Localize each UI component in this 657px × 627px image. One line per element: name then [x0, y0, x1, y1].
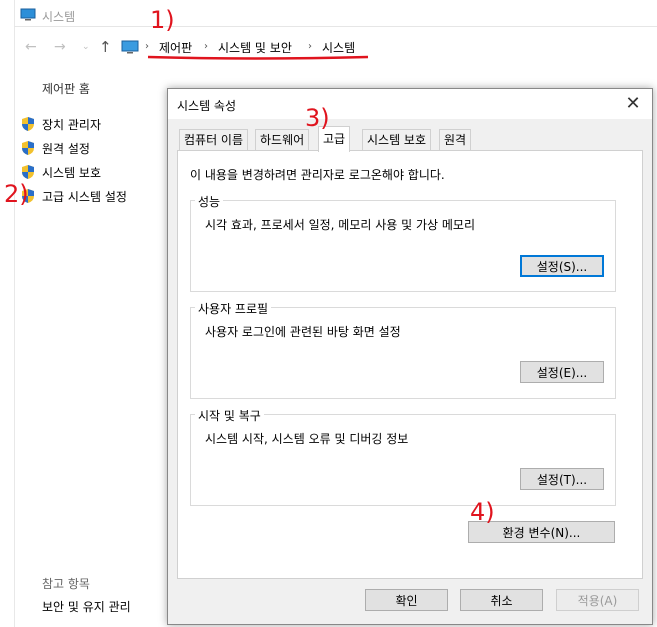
- annotation-underline: [147, 55, 369, 60]
- computer-icon: [20, 8, 36, 21]
- shield-icon: [22, 141, 34, 155]
- annotation-4: 4): [470, 498, 495, 526]
- forward-button[interactable]: →: [54, 39, 66, 55]
- tab-computer-name[interactable]: 컴퓨터 이름: [179, 129, 249, 150]
- tab-hardware[interactable]: 하드웨어: [255, 129, 310, 150]
- sidebar-item-label: 고급 시스템 설정: [42, 189, 127, 204]
- sidebar-item-label: 장치 관리자: [42, 117, 102, 132]
- title-divider: [14, 26, 657, 27]
- dialog-title: 시스템 속성: [177, 99, 237, 113]
- system-properties-dialog: 시스템 속성 ✕ 컴퓨터 이름 하드웨어 고급 시스템 보호 원격 이 내용을 …: [167, 88, 653, 625]
- apply-button[interactable]: 적용(A): [556, 589, 639, 611]
- group-description: 사용자 로그인에 관련된 바탕 화면 설정: [205, 325, 401, 339]
- shield-icon: [22, 117, 34, 131]
- startup-settings-button[interactable]: 설정(T)...: [520, 468, 604, 490]
- ok-button[interactable]: 확인: [365, 589, 448, 611]
- startup-recovery-group: [190, 414, 616, 506]
- breadcrumb-separator: ›: [145, 41, 149, 52]
- group-description: 시각 효과, 프로세서 일정, 메모리 사용 및 가상 메모리: [205, 218, 475, 232]
- control-panel-icon: [121, 40, 139, 54]
- sidebar-item-system-protection[interactable]: 시스템 보호: [20, 162, 101, 182]
- security-maintenance-link[interactable]: 보안 및 유지 관리: [42, 598, 131, 615]
- admin-notice: 이 내용을 변경하려면 관리자로 로그온해야 합니다.: [190, 168, 445, 182]
- group-description: 시스템 시작, 시스템 오류 및 디버깅 정보: [205, 432, 409, 446]
- sidebar-item-device-manager[interactable]: 장치 관리자: [20, 114, 101, 134]
- back-button[interactable]: ←: [25, 39, 37, 55]
- recent-locations-button[interactable]: ⌄: [82, 42, 90, 52]
- window-title: 시스템: [42, 10, 76, 24]
- performance-group: [190, 200, 616, 292]
- dialog-titlebar: [168, 89, 652, 119]
- annotation-2: 2): [4, 180, 29, 208]
- group-title: 성능: [195, 193, 224, 210]
- breadcrumb-separator: ›: [204, 41, 208, 52]
- annotation-1: 1): [150, 6, 175, 34]
- user-profile-group: [190, 307, 616, 399]
- group-title: 시작 및 복구: [195, 407, 264, 424]
- window-left-edge: [14, 0, 15, 627]
- tab-system-protection[interactable]: 시스템 보호: [362, 129, 432, 150]
- sidebar-item-remote-settings[interactable]: 원격 설정: [20, 138, 90, 158]
- annotation-3: 3): [305, 104, 330, 132]
- sidebar-item-advanced-settings[interactable]: 고급 시스템 설정: [20, 186, 127, 206]
- shield-icon: [22, 165, 34, 179]
- cancel-button[interactable]: 취소: [460, 589, 543, 611]
- up-button[interactable]: ↑: [99, 38, 112, 56]
- close-icon[interactable]: ✕: [623, 93, 643, 114]
- sidebar-home-link[interactable]: 제어판 홈: [42, 80, 90, 97]
- group-title: 사용자 프로필: [195, 300, 272, 317]
- performance-settings-button[interactable]: 설정(S)...: [520, 255, 604, 277]
- profile-settings-button[interactable]: 설정(E)...: [520, 361, 604, 383]
- see-also-heading: 참고 항목: [42, 577, 90, 591]
- sidebar-item-label: 원격 설정: [42, 141, 90, 156]
- sidebar-item-label: 시스템 보호: [42, 165, 102, 180]
- tab-remote[interactable]: 원격: [439, 129, 472, 150]
- breadcrumb-separator: ›: [308, 41, 312, 52]
